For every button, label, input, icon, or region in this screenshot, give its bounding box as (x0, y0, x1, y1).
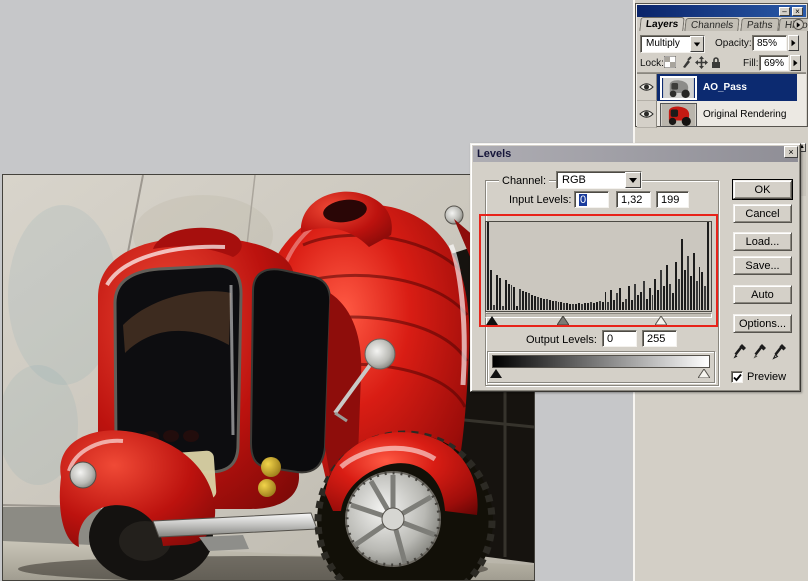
black-point-eyedropper-icon[interactable] (731, 342, 748, 361)
dialog-close-icon[interactable]: × (784, 146, 798, 158)
input-black-field[interactable]: 0 (574, 191, 609, 208)
document-canvas[interactable] (2, 174, 535, 581)
layer-name: AO_Pass (703, 82, 747, 93)
layer-row-original-rendering[interactable]: Original Rendering (637, 101, 797, 128)
input-black-slider[interactable] (486, 316, 498, 325)
input-slider-track (485, 313, 712, 318)
lock-position-icon[interactable] (694, 55, 708, 69)
levels-titlebar[interactable]: Levels (473, 146, 798, 162)
output-gradient (492, 355, 710, 368)
layer-name: Original Rendering (703, 109, 786, 120)
visibility-toggle[interactable] (637, 74, 657, 101)
output-white-slider[interactable] (698, 369, 710, 378)
layer-thumbnail[interactable] (660, 103, 697, 127)
output-black-field[interactable]: 0 (602, 330, 637, 347)
cancel-button[interactable]: Cancel (733, 204, 792, 223)
opacity-value: 85% (757, 38, 777, 49)
output-gradient-box (487, 351, 715, 383)
chevron-down-icon[interactable] (625, 172, 641, 188)
tab-paths[interactable]: Paths (740, 18, 779, 31)
save-button[interactable]: Save... (733, 256, 792, 275)
input-gamma-field[interactable]: 1,32 (616, 191, 651, 208)
output-levels-label: Output Levels: (526, 334, 597, 346)
tab-layers[interactable]: Layers (639, 17, 685, 31)
load-button[interactable]: Load... (733, 232, 792, 251)
layer-thumbnail[interactable] (660, 76, 697, 100)
ok-button[interactable]: OK (733, 180, 792, 199)
layer-list: AO_Pass Original Rendering ▲ (637, 73, 806, 126)
histogram-bars (487, 222, 710, 310)
input-white-slider[interactable] (655, 316, 667, 325)
channel-dropdown[interactable]: RGB (556, 171, 642, 189)
input-gamma-slider[interactable] (557, 316, 569, 325)
panel-close-button[interactable]: × (792, 7, 803, 16)
visibility-toggle[interactable] (637, 101, 657, 128)
channel-value: RGB (562, 174, 586, 186)
blend-mode-dropdown[interactable]: Multiply (640, 35, 705, 53)
white-point-eyedropper-icon[interactable] (771, 342, 788, 361)
car-render-image (3, 175, 534, 580)
preview-checkbox[interactable] (731, 371, 743, 383)
tab-channels[interactable]: Channels (685, 18, 741, 31)
auto-button[interactable]: Auto (733, 285, 792, 304)
fill-value: 69% (764, 58, 784, 69)
photoshop-workspace: – × Layers Channels Paths History Multip… (0, 0, 808, 581)
layers-panel: – × Layers Channels Paths History Multip… (635, 3, 808, 127)
preview-option[interactable]: Preview (731, 371, 786, 383)
lock-transparency-icon[interactable] (663, 55, 677, 69)
chevron-down-icon[interactable] (690, 36, 704, 52)
input-black-value: 0 (579, 194, 587, 206)
panel-menu-icon[interactable] (793, 19, 804, 30)
lock-all-icon[interactable] (709, 55, 723, 69)
levels-dialog: Levels × Channel: RGB Input Levels: 0 1,… (470, 143, 801, 392)
opacity-slider-button[interactable] (788, 35, 799, 51)
blend-mode-value: Multiply (646, 38, 680, 49)
fill-slider-button[interactable] (790, 55, 801, 71)
output-white-field[interactable]: 255 (642, 330, 677, 347)
check-icon (733, 373, 742, 382)
dialog-title: Levels (473, 148, 511, 160)
panel-tabs: Layers Channels Paths History (637, 17, 806, 31)
input-levels-label: Input Levels: (509, 194, 571, 206)
output-black-slider[interactable] (490, 369, 502, 378)
output-black-value: 0 (607, 333, 613, 345)
opacity-label: Opacity: (715, 38, 752, 49)
channel-label: Channel: (499, 175, 549, 187)
options-button[interactable]: Options... (733, 314, 792, 333)
histogram (485, 221, 712, 312)
input-gamma-value: 1,32 (621, 194, 642, 206)
eye-icon (639, 82, 654, 92)
fill-field[interactable]: 69% (759, 55, 789, 71)
layer-row-ao-pass[interactable]: AO_Pass (637, 74, 797, 101)
input-white-field[interactable]: 199 (656, 191, 689, 208)
gray-point-eyedropper-icon[interactable] (751, 342, 768, 361)
lock-label: Lock: (640, 58, 664, 69)
eye-icon (639, 109, 654, 119)
layers-panel-controls: Multiply Opacity: 85% Lock: Fill: (637, 31, 806, 73)
lock-paint-icon[interactable] (679, 55, 693, 69)
fill-label: Fill: (743, 58, 759, 69)
output-white-value: 255 (647, 333, 665, 345)
panel-minimize-button[interactable]: – (779, 7, 790, 16)
layers-panel-titlebar[interactable]: – × (637, 5, 806, 17)
preview-label: Preview (747, 371, 786, 383)
input-white-value: 199 (661, 194, 679, 206)
opacity-field[interactable]: 85% (752, 35, 787, 51)
